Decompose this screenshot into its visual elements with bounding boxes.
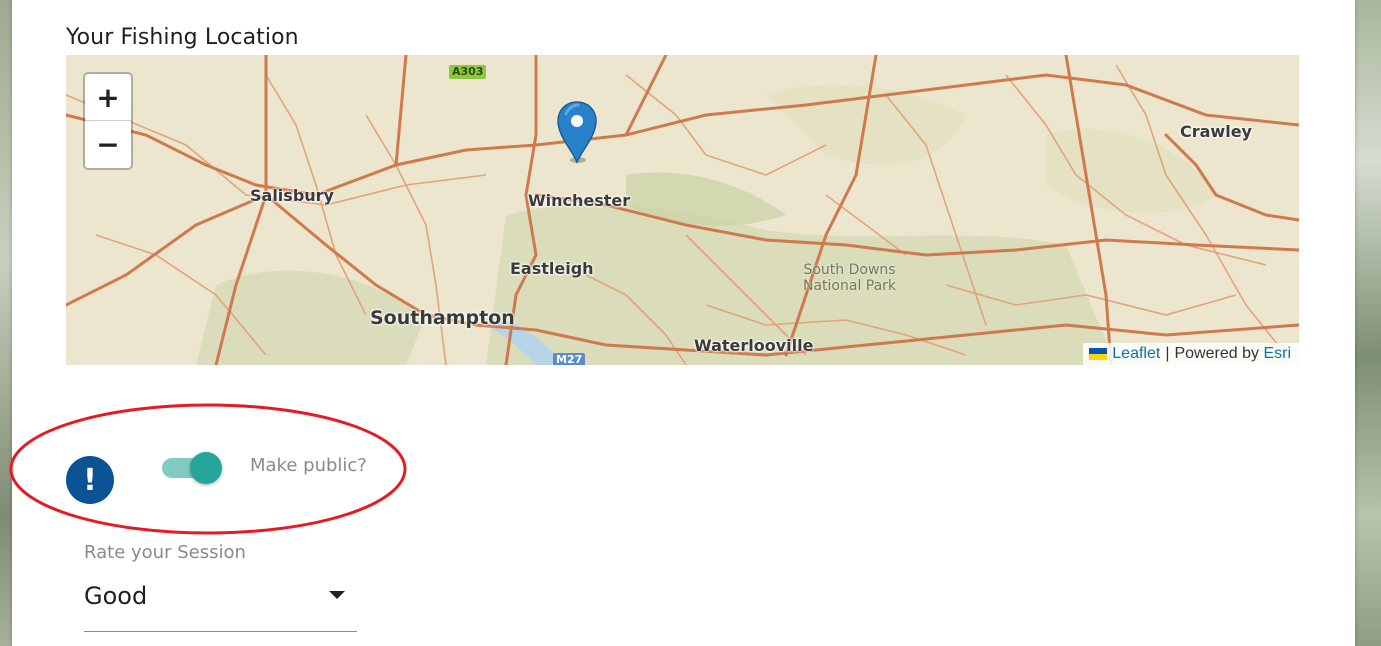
place-label-southampton: Southampton bbox=[370, 307, 515, 329]
road-badge-m27: M27 bbox=[553, 353, 586, 365]
rate-session-value: Good bbox=[84, 582, 148, 610]
exclamation-icon[interactable]: ! bbox=[66, 456, 114, 504]
powered-by-text: Powered by bbox=[1174, 345, 1259, 362]
attribution-separator: | bbox=[1165, 345, 1170, 362]
place-label-crawley: Crawley bbox=[1180, 122, 1252, 141]
make-public-toggle[interactable] bbox=[162, 452, 224, 484]
location-map[interactable]: A303 M27 Salisbury Winchester Eastleigh … bbox=[66, 55, 1299, 365]
place-label-eastleigh: Eastleigh bbox=[510, 259, 594, 278]
place-label-national-park: South Downs National Park bbox=[803, 262, 896, 294]
zoom-out-button[interactable]: − bbox=[85, 121, 131, 168]
place-label-salisbury: Salisbury bbox=[250, 186, 334, 205]
page-background-left bbox=[0, 0, 12, 646]
leaflet-link[interactable]: Leaflet bbox=[1112, 343, 1160, 365]
location-heading: Your Fishing Location bbox=[66, 25, 299, 50]
rate-session-select[interactable]: Good bbox=[84, 574, 357, 632]
map-attribution: Leaflet | Powered by Esri bbox=[1083, 343, 1299, 365]
zoom-control: + − bbox=[83, 72, 133, 170]
park-label-line1: South Downs bbox=[803, 262, 896, 278]
ukraine-flag-icon bbox=[1089, 348, 1108, 360]
toggle-knob bbox=[190, 452, 222, 484]
zoom-in-button[interactable]: + bbox=[85, 74, 131, 121]
road-badge-a303: A303 bbox=[449, 65, 487, 79]
esri-link[interactable]: Esri bbox=[1263, 343, 1291, 365]
page-background-right bbox=[1355, 0, 1381, 646]
caret-down-icon bbox=[329, 591, 345, 599]
place-label-waterlooville: Waterlooville bbox=[694, 336, 814, 355]
make-public-label: Make public? bbox=[250, 455, 367, 476]
location-marker-icon[interactable] bbox=[556, 100, 598, 164]
rate-session-label: Rate your Session bbox=[84, 542, 246, 563]
place-label-winchester: Winchester bbox=[528, 191, 631, 210]
park-label-line2: National Park bbox=[803, 278, 897, 294]
map-tiles bbox=[66, 55, 1299, 365]
